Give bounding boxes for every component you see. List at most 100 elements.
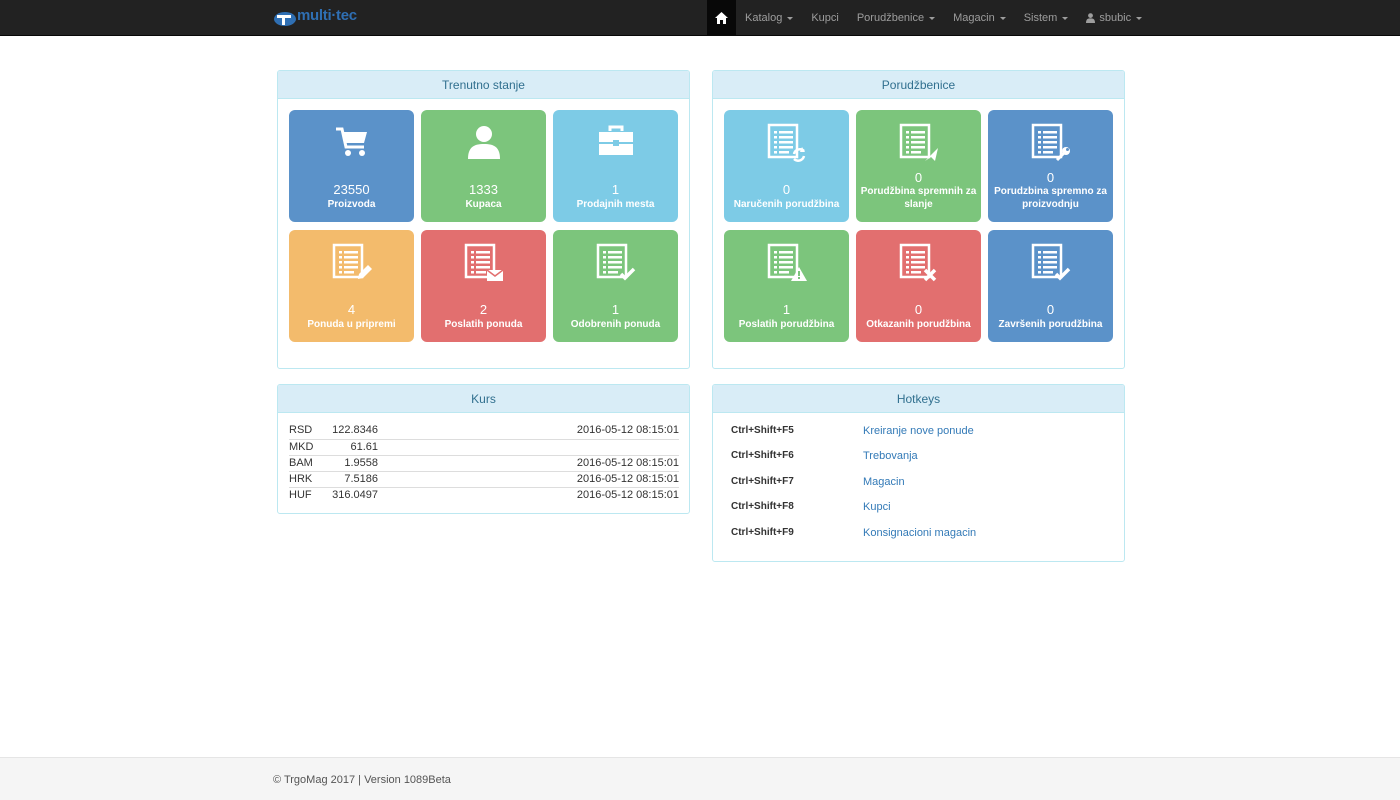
currency-code: HUF — [289, 489, 312, 501]
panel-title: Trenutno stanje — [278, 71, 689, 99]
list-warning-icon — [724, 243, 849, 283]
nav-magacin[interactable]: Magacin — [944, 0, 1015, 36]
tile-label: Odobrenih ponuda — [570, 319, 661, 330]
caret-down-icon — [1062, 16, 1069, 20]
panel-title: Hotkeys — [713, 385, 1124, 413]
currency-code: RSD — [289, 424, 313, 436]
list-cancel-icon — [856, 243, 981, 283]
nav-user-label: sbubic — [1099, 12, 1132, 24]
rate-date: 2016-05-12 08:15:01 — [576, 473, 679, 485]
list-send-icon — [856, 123, 981, 163]
list-edit-icon — [289, 243, 414, 283]
tile-label: Ponuda u pripremi — [307, 319, 396, 330]
tile-label: Porudzbina spremno za proizvodnju — [994, 186, 1107, 210]
tile-label: Kupaca — [465, 199, 502, 210]
tile-label: Prodajnih mesta — [576, 199, 655, 210]
tile-value: 1 — [611, 182, 620, 197]
tile-value: 1 — [611, 302, 620, 317]
tile-label: Naručenih porudžbina — [733, 199, 840, 210]
currency-code: BAM — [289, 457, 313, 469]
list-refresh-icon — [724, 123, 849, 163]
cart-icon — [289, 123, 414, 159]
tile-poslatih-porudzbina[interactable]: 1 Poslatih porudžbina — [724, 230, 849, 342]
tile-label: Poslatih ponuda — [444, 319, 523, 330]
caret-down-icon — [929, 16, 936, 20]
list-check-icon — [988, 243, 1113, 283]
nav-home[interactable] — [707, 0, 736, 36]
nav-porudzbenice-label: Porudžbenice — [856, 12, 925, 24]
footer: © TrgoMag 2017 | Version 1089Beta — [0, 757, 1400, 800]
tile-value: 0 — [1046, 170, 1055, 185]
briefcase-icon — [553, 123, 678, 159]
currency-rate: 1.9558 — [344, 457, 378, 469]
logo-mark-icon — [274, 12, 296, 26]
panel-kurs: Kurs RSD 122.8346 2016-05-12 08:15:01 MK… — [277, 384, 690, 514]
list-wrench-icon — [988, 123, 1113, 163]
nav-kupci[interactable]: Kupci — [802, 0, 848, 36]
tile-value: 1 — [782, 302, 791, 317]
nav-katalog[interactable]: Katalog — [736, 0, 802, 36]
currency-rate: 61.61 — [350, 441, 378, 453]
currency-rate: 7.5186 — [344, 473, 378, 485]
table-row: MKD 61.61 — [289, 439, 679, 455]
tile-otkazanih-porudzbina[interactable]: 0 Otkazanih porudžbina — [856, 230, 981, 342]
list-mail-icon — [421, 243, 546, 283]
currency-rate: 316.0497 — [332, 489, 378, 501]
hotkey-combo: Ctrl+Shift+F7 — [731, 476, 794, 487]
panel-trenutno-stanje: Trenutno stanje 23550 Proizvoda 1333 Kup… — [277, 70, 690, 369]
brand-name: multi·tec — [297, 7, 357, 24]
caret-down-icon — [1136, 16, 1143, 20]
tile-value: 1333 — [469, 182, 498, 197]
table-row: RSD 122.8346 2016-05-12 08:15:01 — [289, 423, 679, 439]
hotkey-combo: Ctrl+Shift+F9 — [731, 527, 794, 538]
user-icon — [1086, 13, 1096, 23]
hotkey-combo: Ctrl+Shift+F8 — [731, 501, 794, 512]
tile-ponuda-u-pripremi[interactable]: 4 Ponuda u pripremi — [289, 230, 414, 342]
panel-hotkeys: Hotkeys Ctrl+Shift+F5 Kreiranje nove pon… — [712, 384, 1125, 562]
currency-code: HRK — [289, 473, 313, 485]
table-row: HUF 316.0497 2016-05-12 08:15:01 — [289, 487, 679, 503]
caret-down-icon — [787, 16, 794, 20]
tile-label: Završenih porudžbina — [998, 319, 1103, 330]
rate-date: 2016-05-12 08:15:01 — [576, 457, 679, 469]
hotkey-link-trebovanja[interactable]: Trebovanja — [863, 450, 918, 462]
tile-value: 23550 — [333, 182, 370, 197]
main-nav: Katalog Kupci Porudžbenice Magacin Siste… — [707, 0, 1151, 36]
nav-sistem[interactable]: Sistem — [1015, 0, 1078, 36]
hotkey-link-kupci[interactable]: Kupci — [863, 501, 891, 513]
nav-magacin-label: Magacin — [953, 12, 995, 24]
list-check-icon — [553, 243, 678, 283]
panel-title: Kurs — [278, 385, 689, 413]
hotkey-link-magacin[interactable]: Magacin — [863, 476, 905, 488]
tile-porudzbina-spremno-za-proizvodnju[interactable]: 0 Porudzbina spremno za proizvodnju — [988, 110, 1113, 222]
nav-katalog-label: Katalog — [745, 12, 783, 24]
currency-code: MKD — [289, 441, 314, 453]
tile-label: Otkazanih porudžbina — [866, 319, 971, 330]
nav-sistem-label: Sistem — [1023, 12, 1058, 24]
tile-prodajnih-mesta[interactable]: 1 Prodajnih mesta — [553, 110, 678, 222]
tile-value: 2 — [479, 302, 488, 317]
tile-porudzbina-spremnih-za-slanje[interactable]: 0 Porudžbina spremnih za slanje — [856, 110, 981, 222]
tile-label: Poslatih porudžbina — [738, 319, 835, 330]
rate-date: 2016-05-12 08:15:01 — [576, 424, 679, 436]
panel-porudzbenice: Porudžbenice 0 Naručenih porudžbina 0 Po… — [712, 70, 1125, 369]
nav-kupci-label: Kupci — [811, 12, 839, 24]
tile-proizvoda[interactable]: 23550 Proizvoda — [289, 110, 414, 222]
hotkey-link-konsignacioni[interactable]: Konsignacioni magacin — [863, 527, 976, 539]
tile-poslatih-ponuda[interactable]: 2 Poslatih ponuda — [421, 230, 546, 342]
tile-zavrsenih-porudzbina[interactable]: 0 Završenih porudžbina — [988, 230, 1113, 342]
tile-kupaca[interactable]: 1333 Kupaca — [421, 110, 546, 222]
tile-label: Proizvoda — [327, 199, 376, 210]
currency-rate: 122.8346 — [332, 424, 378, 436]
tile-label: Porudžbina spremnih za slanje — [860, 186, 977, 210]
hotkey-link-kreiranje[interactable]: Kreiranje nove ponude — [863, 425, 974, 437]
nav-porudzbenice[interactable]: Porudžbenice — [848, 0, 944, 36]
nav-user-menu[interactable]: sbubic — [1077, 0, 1151, 36]
tile-narucenih-porudzbina[interactable]: 0 Naručenih porudžbina — [724, 110, 849, 222]
caret-down-icon — [999, 16, 1006, 20]
panel-title: Porudžbenice — [713, 71, 1124, 99]
tile-odobrenih-ponuda[interactable]: 1 Odobrenih ponuda — [553, 230, 678, 342]
tile-value: 0 — [782, 182, 791, 197]
hotkey-combo: Ctrl+Shift+F5 — [731, 425, 794, 436]
brand-logo[interactable]: multi·tec — [273, 6, 357, 30]
